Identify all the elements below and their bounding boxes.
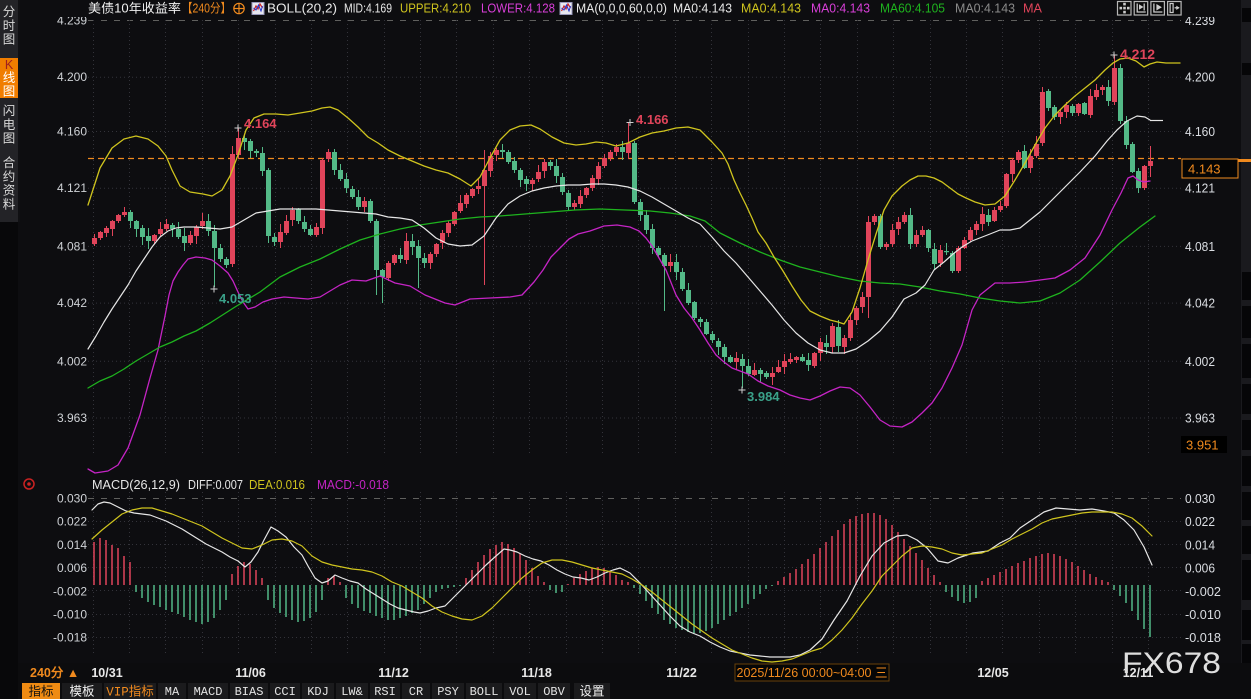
svg-text:MA0:4.143: MA0:4.143 (741, 2, 801, 16)
svg-text:美债10年收益率: 美债10年收益率 (88, 1, 181, 16)
svg-text:0.030: 0.030 (57, 492, 87, 506)
svg-text:0.022: 0.022 (1185, 515, 1215, 529)
svg-text:4.160: 4.160 (57, 125, 87, 139)
svg-text:MACD: MACD (194, 685, 223, 699)
svg-text:-0.018: -0.018 (53, 631, 87, 645)
svg-text:MID:4.169: MID:4.169 (344, 2, 392, 16)
svg-text:0.006: 0.006 (1185, 562, 1215, 576)
svg-text:VOL: VOL (509, 685, 531, 699)
svg-text:11/06: 11/06 (235, 666, 266, 680)
svg-text:K: K (5, 58, 14, 72)
svg-text:-0.010: -0.010 (1185, 608, 1221, 622)
svg-text:CR: CR (409, 685, 423, 699)
svg-text:MA0:4.143: MA0:4.143 (811, 2, 870, 16)
svg-text:11/18: 11/18 (521, 666, 552, 680)
svg-text:0.022: 0.022 (57, 515, 87, 529)
svg-text:-0.018: -0.018 (1185, 631, 1221, 645)
svg-text:图: 图 (3, 85, 16, 99)
svg-text:3.951: 3.951 (1186, 438, 1219, 453)
svg-text:时: 时 (3, 19, 16, 33)
svg-text:BOLL(20,2): BOLL(20,2) (267, 2, 337, 16)
svg-text:4.164: 4.164 (244, 116, 277, 131)
svg-text:3.984: 3.984 (747, 389, 780, 404)
svg-text:2025/11/26 00:00~04:00 三: 2025/11/26 00:00~04:00 三 (737, 666, 888, 680)
svg-text:指标: 指标 (28, 684, 53, 699)
svg-text:4.200: 4.200 (57, 70, 87, 84)
svg-text:4.002: 4.002 (1185, 355, 1215, 369)
svg-text:MA: MA (165, 685, 180, 699)
svg-text:DEA:0.016: DEA:0.016 (249, 478, 305, 492)
svg-text:MA(0,0,0,60,0,0): MA(0,0,0,60,0,0) (576, 2, 667, 16)
svg-text:-0.002: -0.002 (53, 584, 87, 598)
svg-text:MA60:4.105: MA60:4.105 (880, 2, 945, 16)
svg-text:4.121: 4.121 (57, 181, 87, 195)
svg-text:3.963: 3.963 (57, 411, 87, 425)
svg-text:10/31: 10/31 (91, 666, 122, 680)
svg-text:0.014: 0.014 (1185, 538, 1215, 552)
svg-text:BOLL: BOLL (470, 685, 499, 699)
svg-text:图: 图 (3, 33, 16, 47)
svg-text:设置: 设置 (579, 684, 604, 699)
svg-text:UPPER:4.210: UPPER:4.210 (400, 2, 471, 16)
svg-text:RSI: RSI (374, 685, 396, 699)
svg-text:0.014: 0.014 (57, 538, 87, 552)
svg-text:DIFF:0.007: DIFF:0.007 (188, 478, 243, 492)
svg-text:4.121: 4.121 (1185, 182, 1215, 196)
svg-text:4.002: 4.002 (57, 354, 87, 368)
svg-text:合: 合 (3, 155, 16, 170)
svg-text:约: 约 (3, 169, 16, 184)
svg-text:0.006: 0.006 (57, 561, 87, 575)
svg-text:MA0:4.143: MA0:4.143 (673, 2, 732, 16)
svg-text:【240分】: 【240分】 (182, 2, 231, 16)
svg-text:BIAS: BIAS (235, 685, 264, 699)
svg-text:LOWER:4.128: LOWER:4.128 (481, 2, 555, 16)
svg-text:4.053: 4.053 (219, 291, 252, 306)
svg-text:VIP指标: VIP指标 (106, 684, 154, 699)
svg-text:4.160: 4.160 (1185, 125, 1215, 139)
svg-text:MACD(26,12,9): MACD(26,12,9) (92, 478, 180, 492)
svg-text:闪: 闪 (3, 104, 16, 118)
svg-text:0.030: 0.030 (1185, 492, 1215, 506)
svg-text:12/05: 12/05 (977, 666, 1008, 680)
svg-text:KDJ: KDJ (307, 685, 329, 699)
svg-text:4.166: 4.166 (636, 112, 669, 127)
svg-text:MACD:-0.018: MACD:-0.018 (317, 478, 389, 492)
svg-text:11/12: 11/12 (378, 666, 409, 680)
svg-text:-0.010: -0.010 (53, 608, 87, 622)
svg-text:线: 线 (3, 71, 16, 85)
svg-text:11/22: 11/22 (666, 666, 697, 680)
svg-text:OBV: OBV (543, 685, 565, 699)
svg-text:分: 分 (3, 5, 16, 19)
svg-text:4.042: 4.042 (1185, 297, 1215, 311)
svg-text:4.200: 4.200 (1185, 71, 1215, 85)
svg-text:料: 料 (3, 197, 16, 211)
svg-text:MA: MA (1023, 2, 1043, 16)
svg-text:4.042: 4.042 (57, 296, 87, 310)
svg-text:电: 电 (3, 118, 16, 132)
svg-text:3.963: 3.963 (1185, 412, 1215, 426)
svg-text:4.081: 4.081 (1185, 240, 1215, 254)
svg-text:4.212: 4.212 (1120, 46, 1155, 62)
svg-text:4.143: 4.143 (1188, 162, 1221, 177)
svg-text:图: 图 (3, 132, 16, 146)
svg-text:-0.002: -0.002 (1185, 585, 1221, 599)
svg-text:MA0:4.143: MA0:4.143 (955, 2, 1015, 16)
svg-text:FX678: FX678 (1122, 647, 1221, 680)
svg-text:资: 资 (3, 184, 16, 198)
svg-text:模板: 模板 (69, 685, 95, 699)
svg-text:PSY: PSY (437, 685, 459, 699)
svg-text:LW&: LW& (341, 685, 363, 699)
svg-text:240分 ▲: 240分 ▲ (30, 665, 79, 680)
svg-text:4.081: 4.081 (57, 239, 87, 253)
svg-text:CCI: CCI (274, 685, 296, 699)
